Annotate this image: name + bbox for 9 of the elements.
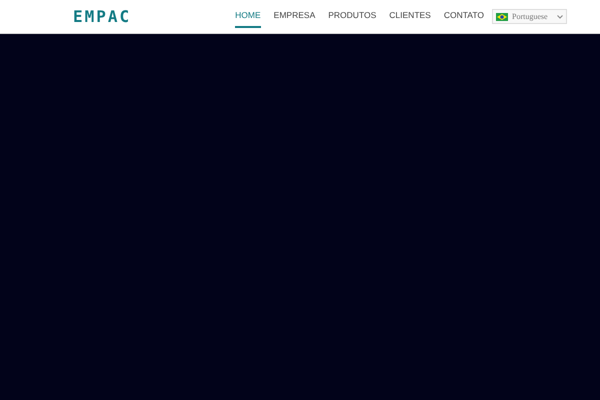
logo[interactable]: EMPAC [73,4,132,28]
nav-link[interactable]: CONTATO [444,4,484,28]
nav-link[interactable]: HOME [235,4,261,28]
flag-icon [496,12,508,20]
nav-link[interactable]: EMPRESA [274,4,316,28]
nav-link[interactable]: CLIENTES [389,4,431,28]
language-select[interactable]: Portuguese [492,9,567,24]
chevron-down-icon [557,14,563,18]
nav-link[interactable]: PRODUTOS [328,4,376,28]
